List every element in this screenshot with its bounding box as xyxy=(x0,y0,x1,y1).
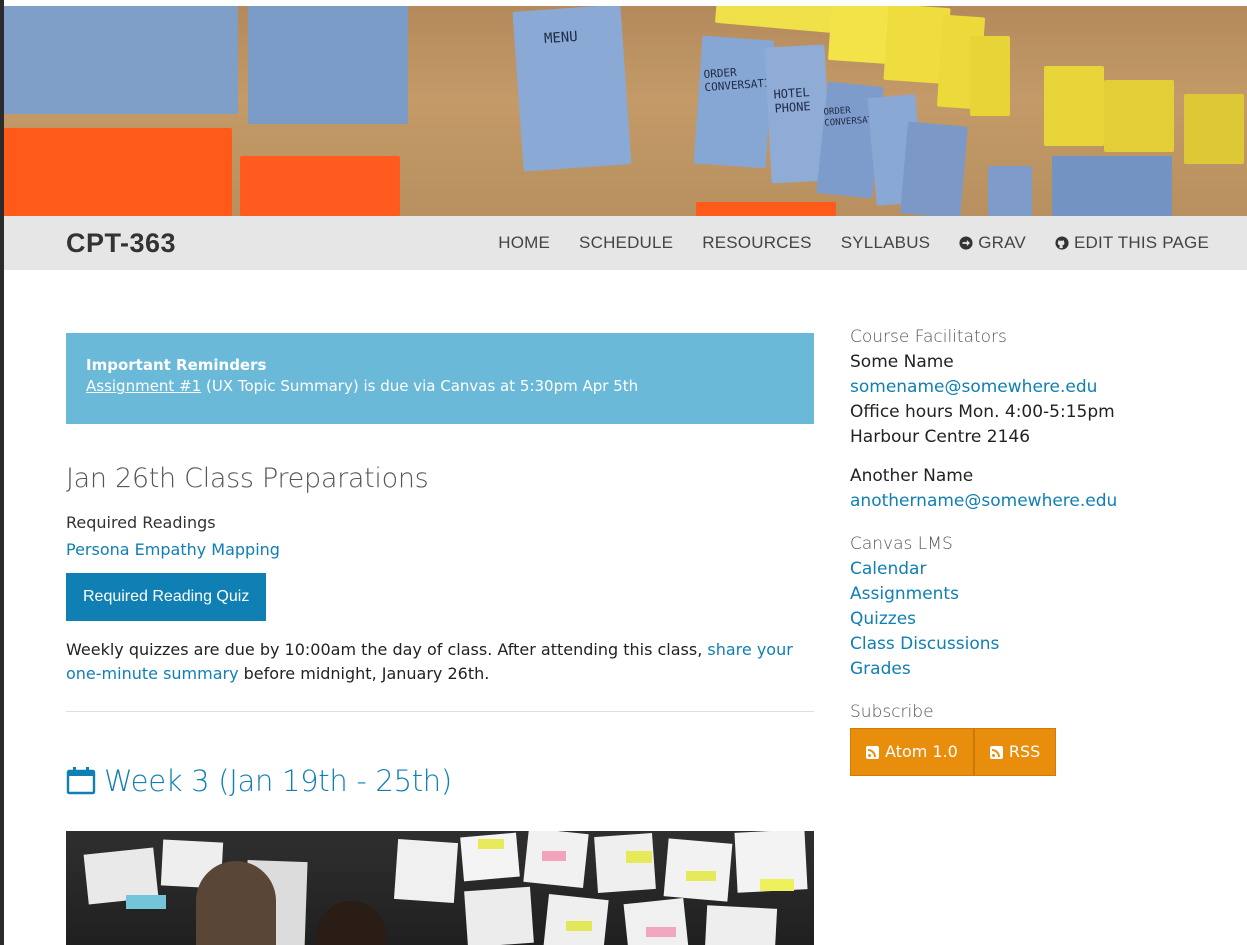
required-readings-label: Required Readings xyxy=(66,513,216,532)
hero-banner-image: MENU ORDER CONVERSATION HOTEL PHONE ORDE… xyxy=(4,6,1247,216)
facilitator-email-link[interactable]: anothername@somewhere.edu xyxy=(850,489,1210,514)
nav-home[interactable]: HOME xyxy=(498,233,550,253)
course-facilitator-1: Course Facilitators Some Name somename@s… xyxy=(850,325,1210,450)
alert-message: Assignment #1 (UX Topic Summary) is due … xyxy=(86,376,794,397)
weekly-text-start: Weekly quizzes are due by 10:00am the da… xyxy=(66,640,708,659)
site-brand[interactable]: CPT-363 xyxy=(66,228,176,259)
canvas-assignments-link[interactable]: Assignments xyxy=(850,582,1210,607)
nav-schedule[interactable]: SCHEDULE xyxy=(579,233,673,253)
rss-icon xyxy=(989,745,1003,759)
banner-note-text: HOTEL PHONE xyxy=(773,85,812,116)
course-facilitators-heading: Course Facilitators xyxy=(850,327,1007,347)
nav-resources[interactable]: RESOURCES xyxy=(702,233,812,253)
rss-icon xyxy=(866,745,879,759)
nav-syllabus[interactable]: SYLLABUS xyxy=(841,233,930,253)
weekly-quiz-instructions: Weekly quizzes are due by 10:00am the da… xyxy=(66,638,814,686)
canvas-grades-link[interactable]: Grades xyxy=(850,657,1210,682)
rss-label: RSS xyxy=(1008,742,1041,761)
nav-label: SCHEDULE xyxy=(579,233,674,252)
week-3-heading-link[interactable]: Week 3 (Jan 19th - 25th) xyxy=(66,764,814,798)
nav-label: SYLLABUS xyxy=(840,233,931,252)
week-title-text: Week 3 (Jan 19th - 25th) xyxy=(104,764,452,798)
required-reading-quiz-button[interactable]: Required Reading Quiz xyxy=(66,573,267,621)
main-nav: HOME SCHEDULE RESOURCES SYLLABUS GRAV ED… xyxy=(498,233,1209,253)
nav-label: GRAV xyxy=(978,233,1026,252)
canvas-class-discussions-link[interactable]: Class Discussions xyxy=(850,632,1210,657)
facilitator-email-link[interactable]: somename@somewhere.edu xyxy=(850,375,1210,400)
arrow-circle-right-icon xyxy=(959,236,973,250)
atom-feed-button[interactable]: Atom 1.0 xyxy=(850,728,974,776)
persona-empathy-mapping-link[interactable]: Persona Empathy Mapping xyxy=(66,540,814,559)
important-reminders-alert: Important Reminders Assignment #1 (UX To… xyxy=(66,333,814,424)
office-hours: Office hours Mon. 4:00-5:15pm xyxy=(850,402,1115,422)
calendar-icon xyxy=(66,767,96,795)
subscribe-buttons: Atom 1.0 RSS xyxy=(850,728,1210,776)
facilitator-name: Another Name xyxy=(850,466,974,486)
alert-title: Important Reminders xyxy=(86,356,267,374)
canvas-calendar-link[interactable]: Calendar xyxy=(850,557,1210,582)
rss-feed-button[interactable]: RSS xyxy=(973,728,1057,776)
subscribe-heading: Subscribe xyxy=(850,702,934,722)
banner-note-text: MENU xyxy=(543,28,579,48)
facilitator-name: Some Name xyxy=(850,352,954,372)
class-preparations-title: Jan 26th Class Preparations xyxy=(66,463,429,494)
banner-note-text: ORDER CONVERSATION xyxy=(823,105,890,129)
nav-label: RESOURCES xyxy=(702,233,812,252)
window-frame xyxy=(0,0,4,945)
alert-message-text: (UX Topic Summary) is due via Canvas at … xyxy=(201,377,639,395)
top-navbar: CPT-363 HOME SCHEDULE RESOURCES SYLLABUS… xyxy=(4,216,1247,270)
nav-grav[interactable]: GRAV xyxy=(959,233,1026,253)
subscribe-section: Subscribe Atom 1.0 RSS xyxy=(850,700,1210,776)
atom-label: Atom 1.0 xyxy=(885,742,958,761)
course-facilitator-2: Another Name anothername@somewhere.edu xyxy=(850,464,1210,514)
nav-label: HOME xyxy=(498,233,551,252)
nav-edit-page[interactable]: EDIT THIS PAGE xyxy=(1055,233,1209,253)
canvas-lms-heading: Canvas LMS xyxy=(850,534,953,554)
sidebar: Course Facilitators Some Name somename@s… xyxy=(850,325,1210,776)
assignment-link[interactable]: Assignment #1 xyxy=(86,377,201,395)
office-location: Harbour Centre 2146 xyxy=(850,427,1031,447)
section-divider xyxy=(66,711,814,712)
banner-note-text: ORDER CONVERSATION xyxy=(703,65,785,95)
nav-label: EDIT THIS PAGE xyxy=(1073,233,1209,252)
canvas-quizzes-link[interactable]: Quizzes xyxy=(850,607,1210,632)
canvas-lms-links: Canvas LMS Calendar Assignments Quizzes … xyxy=(850,532,1210,682)
weekly-text-end: before midnight, January 26th. xyxy=(238,664,490,683)
main-content: Important Reminders Assignment #1 (UX To… xyxy=(66,333,814,945)
week-3-photo xyxy=(66,831,814,945)
github-icon xyxy=(1055,236,1069,250)
window-top-edge xyxy=(0,0,1247,6)
